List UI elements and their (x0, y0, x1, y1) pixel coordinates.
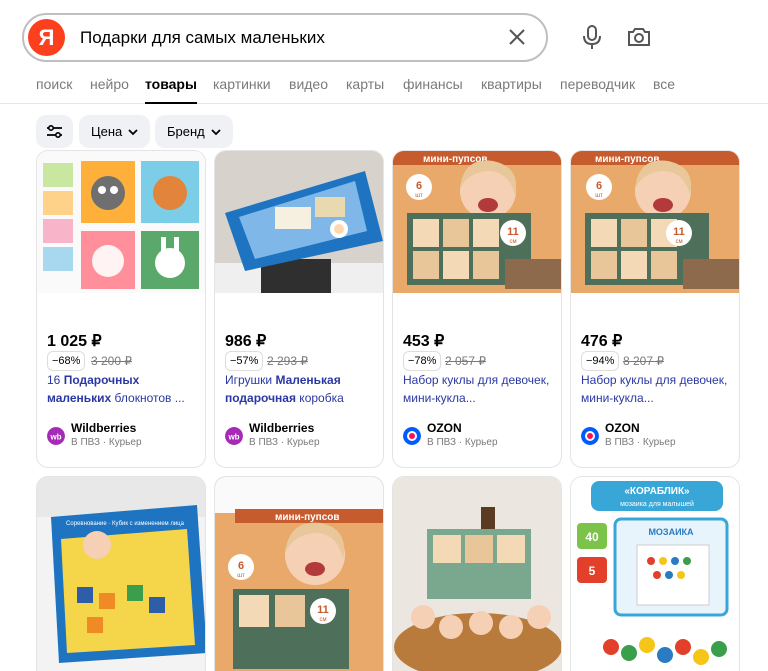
microphone-icon[interactable] (578, 23, 606, 51)
clear-icon[interactable] (506, 26, 528, 48)
shop-name[interactable]: OZON (427, 421, 462, 435)
product-image-dolls: мини-пупсов 6 шт 11 см (393, 151, 561, 293)
product-image-dolls: мини-пупсов 6 шт 11 см (215, 477, 383, 671)
price-filter[interactable]: Цена (79, 115, 151, 148)
filters-button[interactable] (36, 115, 73, 148)
dolls-count-text: 6 (596, 180, 602, 192)
sliders-icon (47, 125, 62, 138)
old-price: 2 293 ₽ (267, 354, 308, 368)
product-image-dolls: мини-пупсов 6 шт 11 см (571, 151, 739, 293)
box-label-text: Соревнование · Кубик с изменением лица (66, 521, 185, 527)
mosaic-sub-text: мозаика для малышей (620, 500, 694, 508)
svg-text:wb: wb (49, 433, 61, 442)
tab-finance[interactable]: финансы (403, 76, 463, 92)
old-price: 3 200 ₽ (91, 354, 132, 368)
product-image-mosaic: «КОРАБЛИК» мозаика для малышей 40 5 МОЗА… (571, 477, 739, 671)
chevron-down-icon (128, 129, 138, 136)
tab-images[interactable]: картинки (213, 76, 271, 92)
product-title[interactable]: Игрушки Маленькая подарочная коробка (225, 371, 375, 407)
old-price: 2 057 ₽ (445, 354, 486, 368)
dolls-size-unit: см (509, 239, 516, 245)
discount-badge: −94% (581, 351, 620, 371)
mosaic-pieces-text: 40 (585, 530, 599, 544)
dolls-banner-text: мини-пупсов (275, 512, 340, 523)
dolls-count-unit: шт (237, 573, 245, 579)
product-card[interactable]: «КОРАБЛИК» мозаика для малышей 40 5 МОЗА… (570, 476, 740, 671)
shop-name[interactable]: Wildberries (249, 421, 314, 435)
dolls-size-text: 11 (673, 226, 685, 238)
product-title[interactable]: 16 Подарочных маленьких блокнотов ... (47, 371, 197, 407)
brand-filter[interactable]: Бренд (155, 115, 233, 148)
product-image-face-cube-game: Соревнование · Кубик с изменением лица (37, 477, 205, 671)
dolls-count-unit: шт (415, 193, 423, 199)
mosaic-word-text: МОЗАИКА (648, 527, 694, 537)
price: 476 ₽ (581, 333, 623, 350)
product-card[interactable]: 1 025 ₽ −68% 3 200 ₽ 16 Подарочных мален… (36, 150, 206, 468)
tab-neuro[interactable]: нейро (90, 76, 129, 92)
price: 453 ₽ (403, 333, 445, 350)
product-card[interactable]: мини-пупсов 6 шт 11 см (214, 476, 384, 671)
tab-video[interactable]: видео (289, 76, 328, 92)
dolls-count-text: 6 (238, 560, 244, 572)
tab-all[interactable]: все (653, 76, 675, 92)
svg-text:wb: wb (227, 433, 239, 442)
search-tabs: поиск нейро товары картинки видео карты … (0, 76, 768, 104)
product-image-notebooks (37, 151, 205, 293)
delivery-info: В ПВЗ · Курьер (427, 437, 498, 448)
tab-translator[interactable]: переводчик (560, 76, 635, 92)
product-card[interactable]: 986 ₽ −57% 2 293 ₽ Игрушки Маленькая под… (214, 150, 384, 468)
shop-name[interactable]: OZON (605, 421, 640, 435)
tab-apartments[interactable]: квартиры (481, 76, 542, 92)
ozon-logo (403, 427, 421, 445)
wildberries-logo: wb (47, 427, 65, 445)
price-filter-label: Цена (91, 124, 123, 139)
product-image-doll-set (393, 477, 561, 671)
tab-goods[interactable]: товары (145, 76, 197, 104)
price: 1 025 ₽ (47, 333, 102, 350)
product-image-gift-box (215, 151, 383, 293)
delivery-info: В ПВЗ · Курьер (71, 437, 142, 448)
delivery-info: В ПВЗ · Курьер (249, 437, 320, 448)
mosaic-brand-text: «КОРАБЛИК» (624, 486, 690, 497)
product-card[interactable]: мини-пупсов 6 шт 11 см 453 ₽ −78% 2 057 … (392, 150, 562, 468)
discount-badge: −68% (47, 351, 86, 371)
dolls-size-unit: см (675, 239, 682, 245)
product-card[interactable]: мини-пупсов 6 шт 11 см 476 ₽ −94% 8 207 … (570, 150, 740, 468)
dolls-count-unit: шт (595, 193, 603, 199)
brand-filter-label: Бренд (167, 124, 205, 139)
dolls-count-text: 6 (416, 180, 422, 192)
shop-name[interactable]: Wildberries (71, 421, 136, 435)
ozon-logo (581, 427, 599, 445)
dolls-size-text: 11 (317, 604, 329, 616)
product-title[interactable]: Набор куклы для девочек, мини-кукла... (403, 371, 553, 407)
price: 986 ₽ (225, 333, 267, 350)
search-bar[interactable]: Я Подарки для самых маленьких (22, 13, 548, 62)
mosaic-colors-text: 5 (589, 564, 596, 578)
camera-search-icon[interactable] (625, 23, 653, 51)
product-card[interactable]: Соревнование · Кубик с изменением лица (36, 476, 206, 671)
tab-search[interactable]: поиск (36, 76, 72, 92)
product-card[interactable] (392, 476, 562, 671)
wildberries-logo: wb (225, 427, 243, 445)
tab-maps[interactable]: карты (346, 76, 384, 92)
dolls-size-text: 11 (507, 226, 519, 238)
yandex-logo[interactable]: Я (28, 19, 65, 56)
dolls-size-unit: см (319, 617, 326, 623)
discount-badge: −78% (403, 351, 442, 371)
old-price: 8 207 ₽ (623, 354, 664, 368)
chevron-down-icon (211, 129, 221, 136)
product-title[interactable]: Набор куклы для девочек, мини-кукла... (581, 371, 731, 407)
discount-badge: −57% (225, 351, 264, 371)
search-input[interactable]: Подарки для самых маленьких (80, 28, 325, 48)
delivery-info: В ПВЗ · Курьер (605, 437, 676, 448)
